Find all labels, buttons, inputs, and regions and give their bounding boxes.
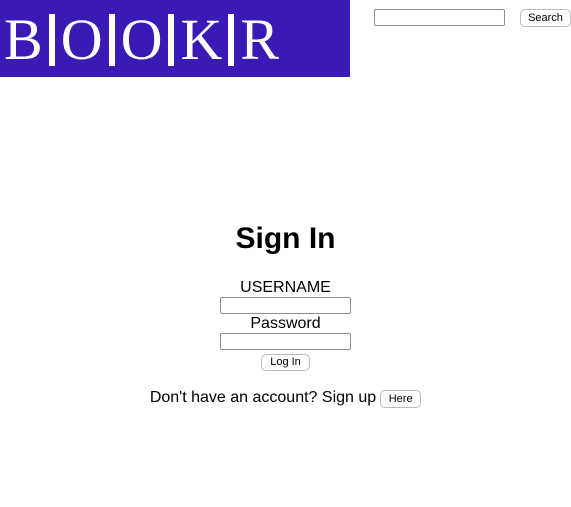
search-button[interactable]: Search — [520, 9, 571, 27]
logo-letter: R — [240, 6, 280, 72]
search-input[interactable] — [374, 9, 505, 26]
password-field[interactable] — [220, 333, 351, 350]
username-field[interactable] — [220, 297, 351, 314]
username-label: USERNAME — [240, 279, 331, 296]
logo-letter: O — [60, 6, 103, 72]
page-title: Sign In — [235, 222, 336, 255]
signup-prompt: Don't have an account? Sign up — [149, 388, 377, 406]
signup-row: Don't have an account? Sign up Here — [0, 387, 571, 408]
logo-letter: B — [4, 6, 43, 72]
logo-separator — [108, 13, 115, 66]
logo-separator — [48, 13, 55, 66]
site-logo[interactable]: B O O K R — [0, 0, 350, 77]
logo-wordmark: B O O K R — [4, 6, 280, 72]
page: B O O K R Search Sign In USERNAME Passwo… — [0, 0, 571, 507]
password-label: Password — [250, 315, 321, 332]
logo-separator — [168, 13, 175, 66]
login-button[interactable]: Log In — [261, 354, 310, 371]
logo-letter: K — [180, 6, 223, 72]
signin-form: Sign In USERNAME Password Log In Don't h… — [0, 220, 571, 408]
signup-here-button[interactable]: Here — [380, 390, 422, 408]
logo-letter: O — [120, 6, 163, 72]
logo-separator — [228, 13, 235, 66]
